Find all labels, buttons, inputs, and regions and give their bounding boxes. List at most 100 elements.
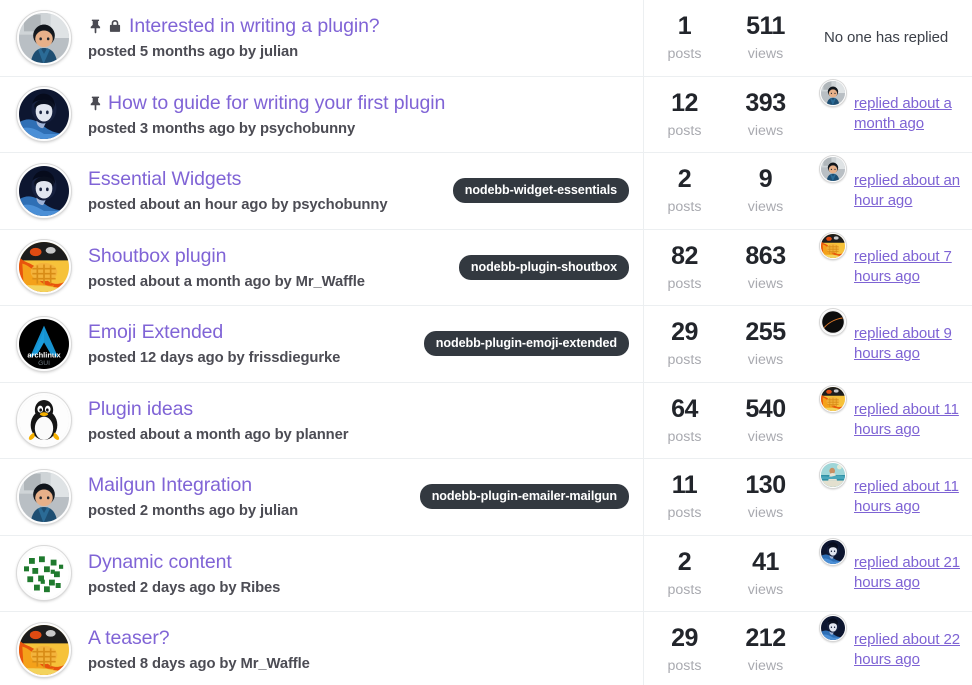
replier-avatar[interactable] (820, 309, 846, 335)
views-stat: 41 views (725, 547, 806, 598)
views-stat: 511 views (725, 12, 806, 63)
lock-icon (108, 18, 122, 34)
replier-avatar[interactable] (820, 232, 846, 259)
topic-title-link[interactable]: Interested in writing a plugin? (129, 15, 380, 37)
topic-row[interactable]: Shoutbox plugin posted about a month ago… (0, 229, 972, 306)
posts-count: 1 (677, 12, 692, 41)
views-count: 41 (752, 547, 779, 576)
last-reply-link[interactable]: replied about 9 hours ago (854, 324, 966, 365)
posts-stat: 29 posts (644, 319, 725, 369)
topic-tag[interactable]: nodebb-plugin-emailer-mailgun (419, 484, 629, 510)
topic-stats: 12 posts 393 views (643, 76, 806, 152)
topic-title-line: Shoutbox plugin (88, 245, 451, 267)
topic-tag[interactable]: nodebb-widget-essentials (452, 178, 629, 204)
views-stat: 9 views (725, 166, 806, 216)
replier-avatar[interactable] (820, 79, 846, 106)
topic-stats: 2 posts 41 views (643, 535, 806, 611)
topic-row[interactable]: Mailgun Integration posted 2 months ago … (0, 459, 972, 536)
topic-stats: 64 posts 540 views (643, 382, 806, 458)
posts-label: posts (667, 275, 702, 292)
topic-title-link[interactable]: Essential Widgets (88, 168, 241, 190)
topic-title-line: Mailgun Integration (88, 474, 412, 496)
author-avatar-cell (0, 87, 88, 142)
topic-row[interactable]: Interested in writing a plugin? posted 5… (0, 0, 972, 77)
views-label: views (747, 122, 784, 139)
last-reply-link[interactable]: replied about 11 hours ago (854, 477, 966, 518)
topic-title-cell: How to guide for writing your first plug… (88, 92, 629, 137)
topic-row[interactable]: archlinux GUI Emoji Extended posted 12 d… (0, 306, 972, 383)
topic-row[interactable]: How to guide for writing your first plug… (0, 76, 972, 153)
topic-meta: posted about a month ago by planner (88, 426, 349, 443)
replier-avatar[interactable] (820, 156, 846, 182)
topic-tag[interactable]: nodebb-plugin-shoutbox (458, 254, 629, 280)
topic-title-cell: Emoji Extended posted 12 days ago by fri… (88, 321, 424, 366)
last-reply-link[interactable]: replied about 11 hours ago (854, 400, 966, 441)
topic-meta: posted 8 days ago by Mr_Waffle (88, 656, 310, 673)
topic-stats: 82 posts 863 views (643, 229, 806, 305)
topic-row[interactable]: Plugin ideas posted about a month ago by… (0, 382, 972, 459)
replier-avatar[interactable] (820, 385, 846, 412)
topic-meta: posted 5 months ago by julian (88, 44, 299, 61)
replier-avatar[interactable] (820, 615, 846, 641)
last-reply-cell: replied about 11 hours ago (806, 459, 972, 535)
topic-row[interactable]: Dynamic content posted 2 days ago by Rib… (0, 535, 972, 612)
posts-count: 2 (677, 547, 692, 576)
views-count: 212 (745, 624, 786, 653)
topic-title-cell: A teaser? posted 8 days ago by Mr_Waffle (88, 627, 629, 672)
topic-title-link[interactable]: Shoutbox plugin (88, 245, 226, 267)
posts-label: posts (667, 352, 702, 369)
topic-title-link[interactable]: How to guide for writing your first plug… (108, 92, 445, 114)
views-count: 130 (745, 471, 786, 500)
views-count: 863 (745, 241, 786, 270)
avatar[interactable] (17, 393, 71, 448)
topic-meta: posted 2 months ago by julian (88, 503, 299, 520)
pin-icon (88, 95, 103, 111)
views-count: 511 (746, 12, 785, 41)
avatar[interactable] (17, 240, 71, 295)
topic-title-line: How to guide for writing your first plug… (88, 92, 621, 114)
posts-stat: 12 posts (644, 89, 725, 139)
last-reply-cell: replied about 22 hours ago (806, 612, 972, 685)
topic-title-link[interactable]: Dynamic content (88, 551, 232, 573)
posts-label: posts (667, 428, 702, 445)
views-count: 540 (745, 394, 786, 423)
pin-icon (88, 18, 103, 34)
avatar[interactable] (17, 546, 71, 601)
topic-row[interactable]: Essential Widgets posted about an hour a… (0, 153, 972, 230)
avatar[interactable]: archlinux GUI (17, 316, 71, 371)
topic-tag-cell: nodebb-widget-essentials (452, 178, 643, 204)
last-reply-link[interactable]: replied about 22 hours ago (854, 630, 966, 671)
author-avatar-cell (0, 546, 88, 601)
avatar[interactable] (17, 469, 71, 524)
topic-title-link[interactable]: A teaser? (88, 627, 170, 649)
posts-label: posts (667, 658, 702, 675)
views-count: 393 (745, 88, 786, 117)
avatar[interactable] (17, 163, 71, 218)
replier-avatar[interactable] (820, 538, 846, 565)
views-label: views (747, 658, 784, 675)
topic-title-line: Interested in writing a plugin? (88, 15, 621, 37)
avatar[interactable] (17, 87, 71, 142)
topic-meta: posted 2 days ago by Ribes (88, 579, 281, 596)
topic-title-link[interactable]: Mailgun Integration (88, 474, 252, 496)
posts-count: 64 (671, 394, 698, 423)
last-reply-link[interactable]: replied about an hour ago (854, 171, 966, 212)
author-avatar-cell (0, 393, 88, 448)
author-avatar-cell (0, 10, 88, 65)
last-reply-link[interactable]: replied about 7 hours ago (854, 247, 966, 288)
views-label: views (747, 581, 784, 598)
topic-title-link[interactable]: Plugin ideas (88, 398, 193, 420)
last-reply-link[interactable]: replied about a month ago (854, 94, 966, 135)
posts-count: 2 (677, 165, 692, 194)
views-label: views (747, 352, 784, 369)
topic-tag[interactable]: nodebb-plugin-emoji-extended (423, 331, 629, 357)
last-reply-cell: No one has replied (806, 0, 972, 76)
avatar[interactable] (17, 622, 71, 677)
replier-avatar[interactable] (820, 462, 846, 488)
topic-tag-cell: nodebb-plugin-shoutbox (458, 254, 643, 280)
last-reply-link[interactable]: replied about 21 hours ago (854, 553, 966, 594)
topic-row[interactable]: A teaser? posted 8 days ago by Mr_Waffle… (0, 612, 972, 685)
avatar[interactable] (17, 10, 71, 65)
topic-title-link[interactable]: Emoji Extended (88, 321, 223, 343)
topic-meta: posted 12 days ago by frissdiegurke (88, 350, 341, 367)
